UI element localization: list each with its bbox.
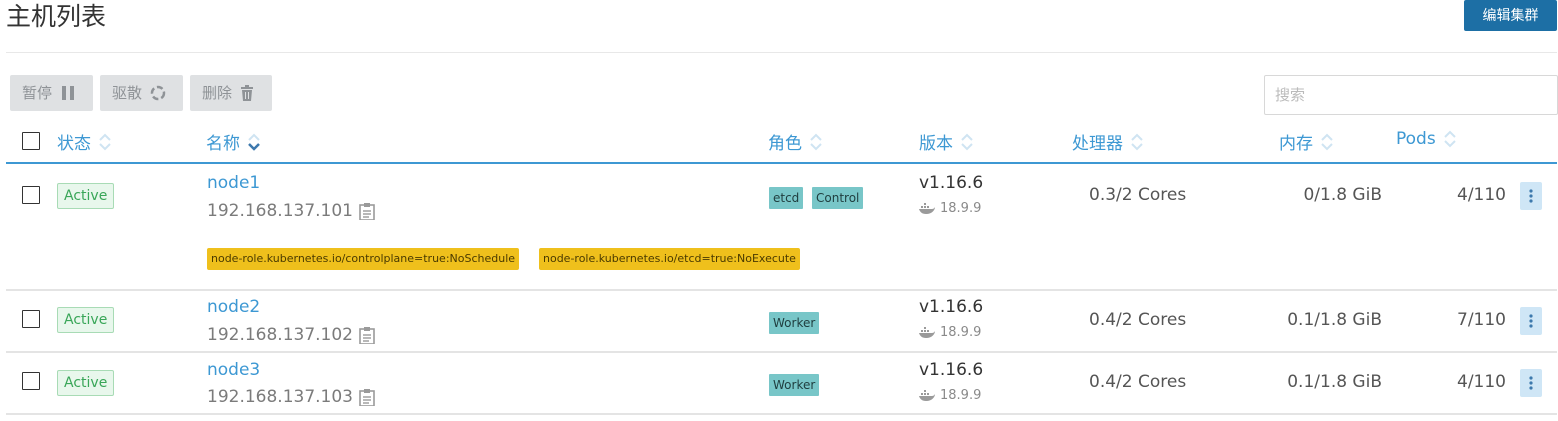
- cpu-usage: 0.3/2 Cores: [1089, 185, 1187, 205]
- row-checkbox[interactable]: [22, 186, 40, 204]
- taint-tag: node-role.kubernetes.io/controlplane=tru…: [207, 248, 520, 270]
- sort-arrows-icon: [1131, 133, 1143, 150]
- header-cpu-label: 处理器: [1072, 134, 1123, 154]
- sort-arrows-icon: [1321, 133, 1333, 150]
- header-pods[interactable]: Pods: [1396, 129, 1458, 149]
- header-roles-label: 角色: [768, 134, 802, 154]
- pods-count: 4/110: [1457, 372, 1506, 392]
- clipboard-icon[interactable]: [359, 388, 375, 406]
- kebab-menu-icon: [1529, 376, 1533, 390]
- row-actions-button[interactable]: [1520, 307, 1542, 335]
- row-actions-button[interactable]: [1520, 369, 1542, 397]
- row-actions-button[interactable]: [1520, 182, 1542, 210]
- docker-whale-icon: [919, 389, 935, 401]
- header-state-label: 状态: [57, 134, 91, 154]
- sort-arrows-icon: [961, 133, 973, 150]
- header-name-label: 名称: [206, 134, 240, 154]
- status-badge: Active: [57, 370, 115, 396]
- docker-version-text: 18.9.9: [940, 325, 982, 340]
- node-ip-text: 192.168.137.102: [207, 325, 354, 345]
- header-version-label: 版本: [919, 134, 953, 154]
- row-checkbox[interactable]: [22, 372, 40, 390]
- row-divider: [6, 351, 1557, 353]
- header-pods-label: Pods: [1396, 129, 1436, 149]
- role-tag: Worker: [769, 312, 820, 334]
- header-state[interactable]: 状态: [57, 129, 113, 154]
- docker-version: 18.9.9: [918, 201, 981, 216]
- node-ip: 192.168.137.101: [207, 201, 375, 221]
- pods-count: 7/110: [1457, 310, 1506, 330]
- docker-version-text: 18.9.9: [940, 201, 982, 216]
- memory-usage: 0/1.8 GiB: [1303, 185, 1382, 205]
- pause-button-label: 暂停: [22, 84, 53, 102]
- sort-arrows-icon: [248, 133, 260, 151]
- node-ip: 192.168.137.103: [207, 387, 375, 407]
- docker-whale-icon: [919, 202, 935, 214]
- k8s-version: v1.16.6: [919, 360, 984, 380]
- node-name-link[interactable]: node3: [207, 360, 260, 380]
- k8s-version: v1.16.6: [919, 297, 984, 317]
- memory-usage: 0.1/1.8 GiB: [1287, 310, 1382, 330]
- trash-icon: [241, 85, 254, 101]
- sort-arrows-icon: [810, 133, 822, 150]
- docker-whale-icon: [919, 326, 935, 338]
- header-memory-label: 内存: [1279, 134, 1313, 154]
- page-title: 主机列表: [6, 2, 107, 31]
- role-tag: etcd: [769, 187, 804, 209]
- header-version[interactable]: 版本: [919, 129, 975, 154]
- pods-count: 4/110: [1457, 185, 1506, 205]
- kebab-menu-icon: [1529, 189, 1533, 203]
- delete-button[interactable]: 删除: [190, 75, 272, 111]
- sort-arrows-icon: [1443, 130, 1456, 148]
- node-ip: 192.168.137.102: [207, 325, 375, 345]
- sort-arrows-icon: [99, 133, 111, 150]
- row-divider: [6, 289, 1557, 291]
- status-badge: Active: [57, 307, 115, 333]
- select-all-checkbox[interactable]: [22, 132, 40, 150]
- header-roles[interactable]: 角色: [768, 129, 824, 154]
- drain-button[interactable]: 驱散: [100, 75, 183, 111]
- clipboard-icon[interactable]: [359, 202, 375, 220]
- header-name[interactable]: 名称: [206, 129, 262, 154]
- taint-tag: node-role.kubernetes.io/etcd=true:NoExec…: [539, 248, 800, 270]
- delete-button-label: 删除: [202, 84, 233, 102]
- status-badge: Active: [57, 183, 115, 209]
- row-divider: [6, 413, 1557, 415]
- pause-icon: [62, 86, 75, 100]
- header-divider: [6, 162, 1557, 164]
- k8s-version: v1.16.6: [919, 173, 984, 193]
- clipboard-icon[interactable]: [359, 326, 375, 344]
- refresh-icon: [150, 85, 166, 101]
- header-memory[interactable]: 内存: [1279, 129, 1335, 154]
- docker-version: 18.9.9: [918, 325, 981, 340]
- node-ip-text: 192.168.137.101: [207, 201, 354, 221]
- memory-usage: 0.1/1.8 GiB: [1287, 372, 1382, 392]
- row-checkbox[interactable]: [22, 310, 40, 328]
- divider: [6, 52, 1557, 53]
- node-name-link[interactable]: node2: [207, 297, 260, 317]
- docker-version-text: 18.9.9: [940, 388, 982, 403]
- kebab-menu-icon: [1529, 314, 1533, 328]
- search-input[interactable]: [1264, 75, 1558, 115]
- pause-button[interactable]: 暂停: [10, 75, 93, 111]
- table-header: 状态 名称 角色 版本 处理器 内存 Pods: [6, 124, 1557, 164]
- docker-version: 18.9.9: [918, 388, 981, 403]
- edit-cluster-button[interactable]: 编辑集群: [1464, 0, 1557, 31]
- drain-button-label: 驱散: [112, 84, 143, 102]
- node-name-link[interactable]: node1: [207, 173, 260, 193]
- header-cpu[interactable]: 处理器: [1072, 129, 1145, 154]
- node-ip-text: 192.168.137.103: [207, 387, 354, 407]
- cpu-usage: 0.4/2 Cores: [1089, 372, 1187, 392]
- role-tag: Control: [812, 187, 864, 209]
- role-tag: Worker: [769, 374, 820, 396]
- cpu-usage: 0.4/2 Cores: [1089, 310, 1187, 330]
